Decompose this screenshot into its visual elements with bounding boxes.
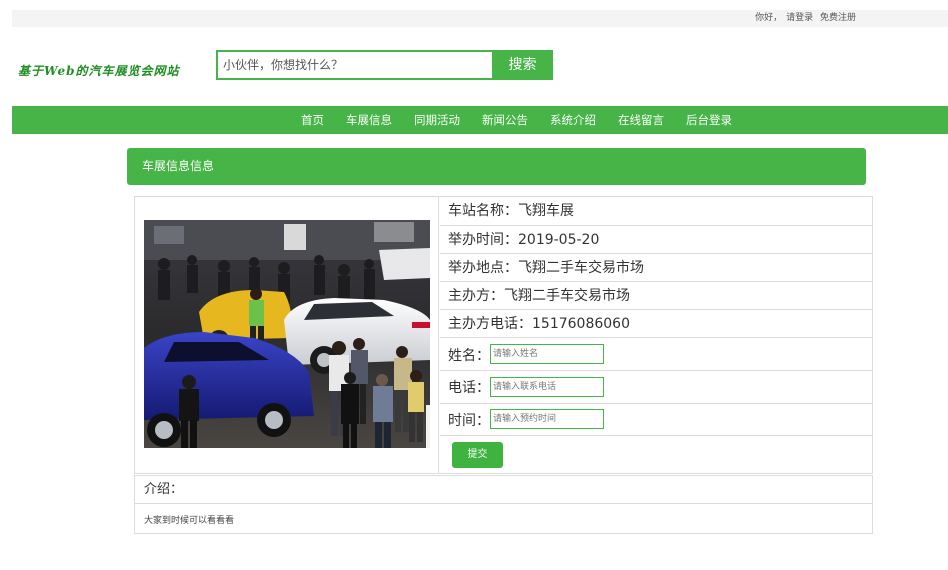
exhibition-photo	[144, 220, 430, 448]
form-row-time: 时间：	[440, 404, 872, 436]
car-show-image	[144, 220, 430, 448]
form-row-phone: 电话：	[440, 371, 872, 404]
nav-item-admin-login[interactable]: 后台登录	[675, 106, 743, 134]
intro-text: 大家到时候可以看看看	[144, 516, 235, 526]
greeting-text: 你好，	[755, 13, 783, 23]
info-phone: 主办方电话：15176086060	[440, 310, 872, 338]
nav-item-about[interactable]: 系统介绍	[539, 106, 607, 134]
phone-input[interactable]	[490, 377, 604, 397]
nav-item-exhibitions[interactable]: 车展信息	[335, 106, 403, 134]
submit-button[interactable]: 提交	[452, 442, 503, 468]
section-header: 车展信息信息	[127, 148, 866, 185]
time-label: 时间：	[448, 413, 490, 429]
form-row-name: 姓名：	[440, 338, 872, 371]
nav-item-news[interactable]: 新闻公告	[471, 106, 539, 134]
name-input[interactable]	[490, 344, 604, 364]
top-utility-bar: 你好， 请登录 免费注册	[12, 10, 948, 27]
login-link[interactable]: 请登录	[786, 10, 813, 27]
intro-box: 介绍： 大家到时候可以看看看	[134, 475, 873, 534]
exhibition-detail: 车站名称：飞翔车展 举办时间：2019-05-20 举办地点：飞翔二手车交易市场…	[134, 196, 873, 474]
search-button[interactable]: 搜索	[492, 50, 553, 80]
site-logo[interactable]: 基于Web的汽车展览会网站	[18, 62, 180, 79]
name-label: 姓名：	[448, 348, 490, 364]
main-nav: 首页 车展信息 同期活动 新闻公告 系统介绍 在线留言 后台登录	[12, 106, 948, 134]
nav-item-home[interactable]: 首页	[290, 106, 335, 134]
nav-item-activities[interactable]: 同期活动	[403, 106, 471, 134]
search-box	[216, 50, 494, 80]
search-input[interactable]	[218, 52, 492, 78]
nav-items: 首页 车展信息 同期活动 新闻公告 系统介绍 在线留言 后台登录	[290, 106, 743, 134]
nav-item-messages[interactable]: 在线留言	[607, 106, 675, 134]
info-name: 车站名称：飞翔车展	[440, 197, 872, 226]
photo-cell	[135, 197, 439, 473]
time-input[interactable]	[490, 409, 604, 429]
intro-label: 介绍：	[135, 476, 872, 504]
info-place: 举办地点：飞翔二手车交易市场	[440, 254, 872, 282]
info-time: 举办时间：2019-05-20	[440, 226, 872, 254]
register-link[interactable]: 免费注册	[820, 10, 856, 27]
user-links: 你好， 请登录 免费注册	[751, 10, 856, 27]
phone-label: 电话：	[448, 380, 490, 396]
section-title: 车展信息信息	[142, 159, 215, 173]
info-organizer: 主办方：飞翔二手车交易市场	[440, 282, 872, 310]
